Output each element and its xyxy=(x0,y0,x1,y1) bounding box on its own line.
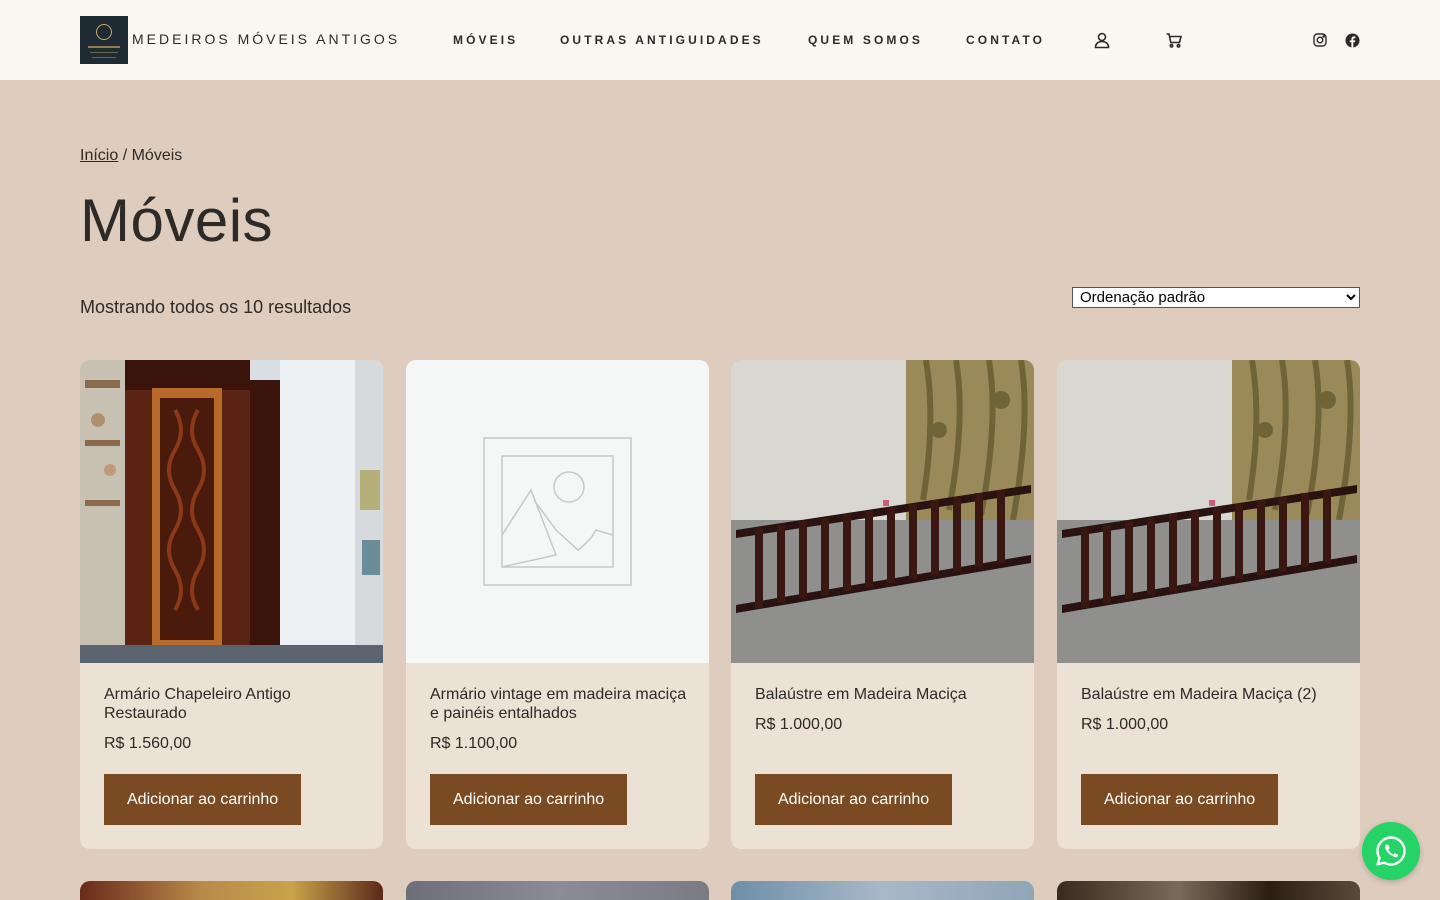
image-placeholder-icon xyxy=(483,437,632,586)
product-card-next-row[interactable] xyxy=(731,881,1034,900)
result-count: Mostrando todos os 10 resultados xyxy=(80,297,352,317)
logo-emblem xyxy=(96,24,112,40)
nav-item-outras-antiguidades[interactable]: OUTRAS ANTIGUIDADES xyxy=(560,33,764,47)
product-image[interactable] xyxy=(80,360,383,663)
product-card[interactable]: Armário Chapeleiro Antigo Restaurado R$ … xyxy=(80,360,383,849)
product-card-next-row[interactable] xyxy=(406,881,709,900)
whatsapp-button[interactable] xyxy=(1362,822,1420,880)
product-image[interactable] xyxy=(1057,360,1360,663)
site-header: MEDEIROS MÓVEIS ANTIGOS MÓVEIS OUTRAS AN… xyxy=(0,0,1440,80)
product-card-next-row[interactable] xyxy=(1057,881,1360,900)
product-price: R$ 1.100,00 xyxy=(430,735,518,752)
whatsapp-icon xyxy=(1376,836,1406,866)
add-to-cart-button[interactable]: Adicionar ao carrinho xyxy=(755,774,953,825)
nav-item-quem-somos[interactable]: QUEM SOMOS xyxy=(808,33,923,47)
facebook-icon[interactable] xyxy=(1342,30,1362,50)
product-card[interactable]: Balaústre em Madeira Maciça (2) R$ 1.000… xyxy=(1057,360,1360,849)
instagram-icon[interactable] xyxy=(1310,30,1330,50)
product-name[interactable]: Armário Chapeleiro Antigo Restaurado xyxy=(104,685,364,723)
product-image-placeholder[interactable] xyxy=(406,360,709,663)
sort-select[interactable]: Ordenação padrão xyxy=(1072,287,1360,308)
product-card[interactable]: Balaústre em Madeira Maciça R$ 1.000,00 … xyxy=(731,360,1034,849)
nav-item-moveis[interactable]: MÓVEIS xyxy=(453,33,518,47)
add-to-cart-button[interactable]: Adicionar ao carrinho xyxy=(430,774,628,825)
product-image[interactable] xyxy=(731,360,1034,663)
breadcrumb: Início / Móveis xyxy=(80,147,182,165)
page-title: Móveis xyxy=(80,187,274,254)
site-logo[interactable] xyxy=(80,16,128,64)
add-to-cart-button[interactable]: Adicionar ao carrinho xyxy=(1081,774,1279,825)
nav-item-contato[interactable]: CONTATO xyxy=(966,33,1045,47)
product-card-next-row[interactable] xyxy=(80,881,383,900)
add-to-cart-button[interactable]: Adicionar ao carrinho xyxy=(104,774,302,825)
brand-name[interactable]: MEDEIROS MÓVEIS ANTIGOS xyxy=(132,31,400,47)
product-price: R$ 1.000,00 xyxy=(1081,716,1169,733)
breadcrumb-current: Móveis xyxy=(131,147,183,164)
product-card[interactable]: Armário vintage em madeira maciça e pain… xyxy=(406,360,709,849)
product-name[interactable]: Balaústre em Madeira Maciça xyxy=(755,685,1015,704)
product-name[interactable]: Balaústre em Madeira Maciça (2) xyxy=(1081,685,1341,704)
product-name[interactable]: Armário vintage em madeira maciça e pain… xyxy=(430,685,690,723)
product-price: R$ 1.000,00 xyxy=(755,716,843,733)
breadcrumb-separator: / xyxy=(118,147,132,164)
cart-icon[interactable] xyxy=(1164,30,1184,50)
product-price: R$ 1.560,00 xyxy=(104,735,192,752)
user-icon[interactable] xyxy=(1092,30,1112,50)
breadcrumb-home-link[interactable]: Início xyxy=(80,147,118,164)
